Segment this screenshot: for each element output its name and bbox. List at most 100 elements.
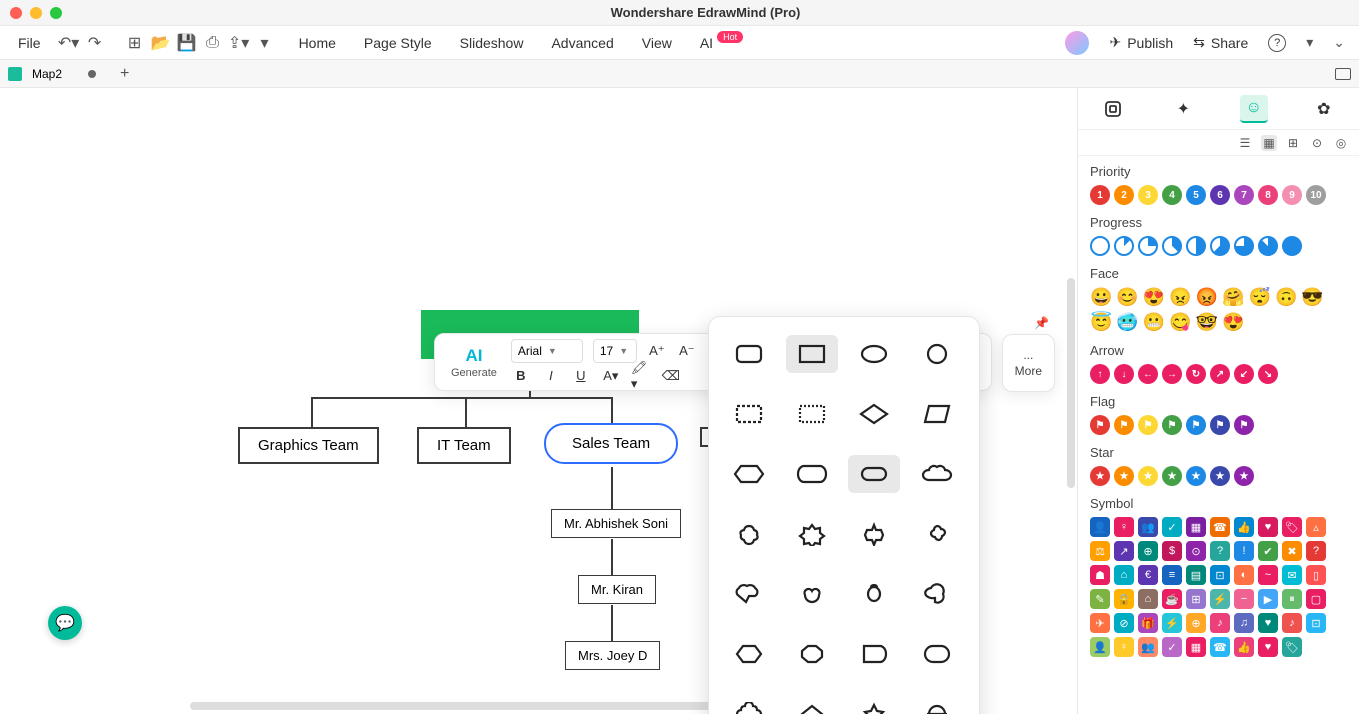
symbol-44[interactable]: ⊕ [1186, 613, 1206, 633]
priority-1[interactable]: 1 [1090, 185, 1110, 205]
face-14[interactable]: 😍 [1222, 312, 1244, 333]
progress-5[interactable] [1210, 236, 1230, 256]
arrow-0[interactable]: ↑ [1090, 364, 1110, 384]
symbol-39[interactable]: ▢ [1306, 589, 1326, 609]
font-decrease[interactable]: A⁻ [677, 341, 697, 361]
priority-7[interactable]: 7 [1234, 185, 1254, 205]
flag-1[interactable]: ⚑ [1114, 415, 1134, 435]
shape-option-18[interactable] [848, 575, 900, 613]
face-5[interactable]: 🤗 [1222, 287, 1244, 308]
symbol-6[interactable]: 👍 [1234, 517, 1254, 537]
help-icon[interactable]: ? [1268, 34, 1286, 52]
shape-option-4[interactable] [723, 395, 775, 433]
symbol-40[interactable]: ✈ [1090, 613, 1110, 633]
star-5[interactable]: ★ [1210, 466, 1230, 486]
undo-icon[interactable]: ↶▾ [59, 33, 79, 53]
tab-outline-icon[interactable] [1099, 95, 1127, 123]
flag-5[interactable]: ⚑ [1210, 415, 1230, 435]
shape-option-24[interactable] [723, 695, 775, 714]
chat-fab[interactable]: 💬 [48, 606, 82, 640]
symbol-2[interactable]: 👥 [1138, 517, 1158, 537]
face-9[interactable]: 😇 [1090, 312, 1112, 333]
symbol-25[interactable]: ⊡ [1210, 565, 1230, 585]
arrow-1[interactable]: ↓ [1114, 364, 1134, 384]
face-6[interactable]: 😴 [1249, 287, 1271, 308]
flag-3[interactable]: ⚑ [1162, 415, 1182, 435]
face-1[interactable]: 😊 [1116, 287, 1138, 308]
symbol-19[interactable]: ? [1306, 541, 1326, 561]
font-select[interactable]: Arial▼ [511, 339, 583, 363]
flag-4[interactable]: ⚑ [1186, 415, 1206, 435]
shape-option-10[interactable] [848, 455, 900, 493]
symbol-35[interactable]: ⚡ [1210, 589, 1230, 609]
symbol-31[interactable]: 🔒 [1114, 589, 1134, 609]
menu-view[interactable]: View [642, 35, 672, 51]
priority-5[interactable]: 5 [1186, 185, 1206, 205]
priority-3[interactable]: 3 [1138, 185, 1158, 205]
flag-6[interactable]: ⚑ [1234, 415, 1254, 435]
symbol-58[interactable]: 🏷 [1282, 637, 1302, 657]
symbol-15[interactable]: ? [1210, 541, 1230, 561]
symbol-45[interactable]: ♪ [1210, 613, 1230, 633]
symbol-12[interactable]: ⊕ [1138, 541, 1158, 561]
face-3[interactable]: 😠 [1169, 287, 1191, 308]
node-member-3[interactable]: Mrs. Joey D [565, 641, 660, 670]
symbol-28[interactable]: ✉ [1282, 565, 1302, 585]
symbol-11[interactable]: ↗ [1114, 541, 1134, 561]
shape-option-22[interactable] [848, 635, 900, 673]
file-menu[interactable]: File [14, 35, 53, 51]
new-icon[interactable]: ⊞ [125, 33, 145, 53]
symbol-14[interactable]: ⊙ [1186, 541, 1206, 561]
symbol-27[interactable]: ~ [1258, 565, 1278, 585]
progress-7[interactable] [1258, 236, 1278, 256]
shape-option-6[interactable] [848, 395, 900, 433]
symbol-4[interactable]: ▦ [1186, 517, 1206, 537]
font-color[interactable]: A▾ [601, 366, 621, 386]
ai-generate[interactable]: AI Generate [445, 346, 503, 379]
shape-option-1[interactable] [786, 335, 838, 373]
redo-icon[interactable]: ↷ [85, 33, 105, 53]
shape-option-5[interactable] [786, 395, 838, 433]
maximize-window[interactable] [50, 7, 62, 19]
symbol-8[interactable]: 🏷 [1282, 517, 1302, 537]
save-icon[interactable]: 💾 [177, 33, 197, 53]
node-member-1[interactable]: Mr. Abhishek Soni [551, 509, 681, 538]
font-increase[interactable]: A⁺ [647, 341, 667, 361]
open-icon[interactable]: 📂 [151, 33, 171, 53]
symbol-57[interactable]: ♥ [1258, 637, 1278, 657]
star-4[interactable]: ★ [1186, 466, 1206, 486]
tab-name[interactable]: Map2 [32, 67, 62, 81]
star-3[interactable]: ★ [1162, 466, 1182, 486]
symbol-55[interactable]: ☎ [1210, 637, 1230, 657]
symbol-53[interactable]: ✓ [1162, 637, 1182, 657]
priority-10[interactable]: 10 [1306, 185, 1326, 205]
italic-button[interactable]: I [541, 366, 561, 386]
symbol-36[interactable]: − [1234, 589, 1254, 609]
symbol-41[interactable]: ⊘ [1114, 613, 1134, 633]
share-button[interactable]: ⇆ Share [1193, 34, 1248, 51]
user-avatar[interactable] [1065, 31, 1089, 55]
star-0[interactable]: ★ [1090, 466, 1110, 486]
symbol-38[interactable]: ⏸ [1282, 589, 1302, 609]
symbol-49[interactable]: ⊡ [1306, 613, 1326, 633]
view-list[interactable]: ☰ [1237, 135, 1253, 151]
shape-option-2[interactable] [848, 335, 900, 373]
arrow-2[interactable]: ← [1138, 364, 1158, 384]
node-sales-team[interactable]: Sales Team [544, 423, 678, 464]
symbol-20[interactable]: ☗ [1090, 565, 1110, 585]
arrow-5[interactable]: ↗ [1210, 364, 1230, 384]
symbol-21[interactable]: ⌂ [1114, 565, 1134, 585]
add-tab[interactable]: + [120, 65, 129, 83]
symbol-52[interactable]: 👥 [1138, 637, 1158, 657]
print-icon[interactable]: ⎙ [203, 33, 223, 53]
shape-option-16[interactable] [723, 575, 775, 613]
priority-4[interactable]: 4 [1162, 185, 1182, 205]
symbol-0[interactable]: 👤 [1090, 517, 1110, 537]
face-4[interactable]: 😡 [1196, 287, 1218, 308]
view-eye[interactable]: ◎ [1333, 135, 1349, 151]
symbol-24[interactable]: ▤ [1186, 565, 1206, 585]
view-add[interactable]: ⊞ [1285, 135, 1301, 151]
symbol-17[interactable]: ✔ [1258, 541, 1278, 561]
arrow-7[interactable]: ↘ [1258, 364, 1278, 384]
star-2[interactable]: ★ [1138, 466, 1158, 486]
